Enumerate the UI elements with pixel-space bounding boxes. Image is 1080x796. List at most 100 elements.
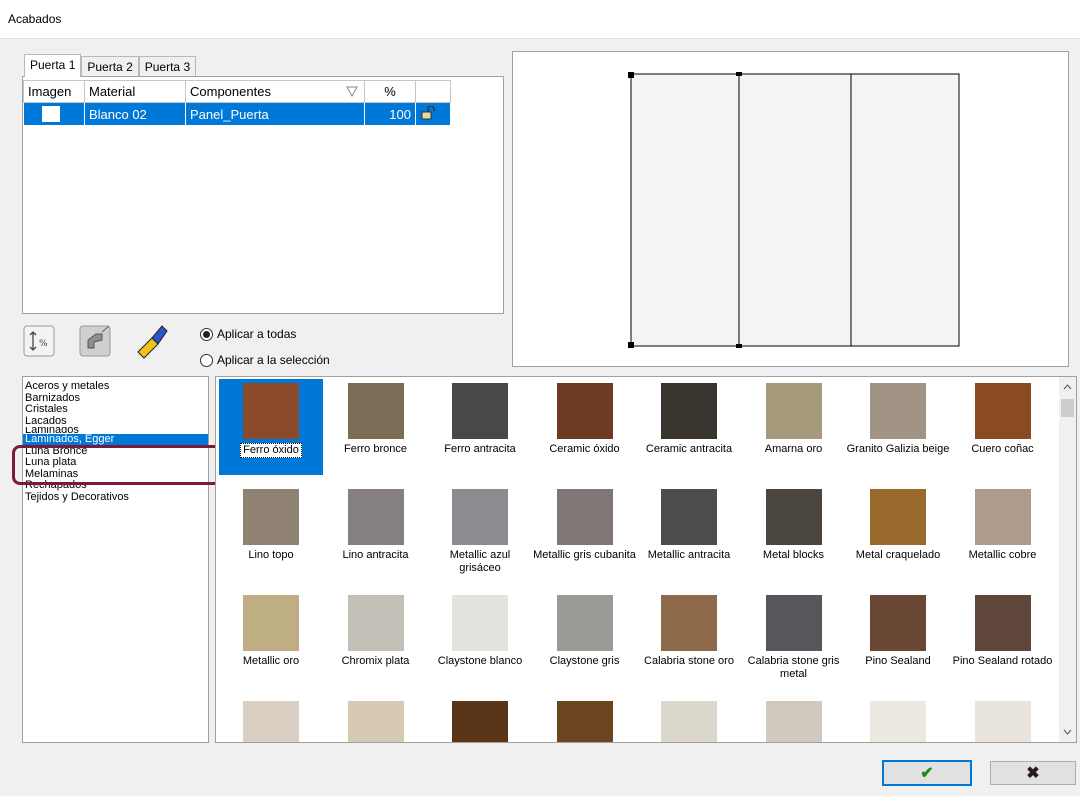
material-tile[interactable]: Ferro bronce — [324, 379, 428, 456]
cell-lock[interactable] — [415, 102, 451, 126]
material-swatch — [452, 383, 508, 439]
material-tile[interactable]: Claystone gris — [533, 591, 637, 668]
material-tile[interactable]: Pino Sealand rotado — [951, 591, 1055, 668]
paint-brush-icon — [137, 325, 168, 359]
material-tile[interactable]: Metallic gris cubanita — [533, 485, 637, 562]
highlight-annotation — [12, 445, 222, 485]
column-header-material[interactable]: Material — [84, 80, 186, 103]
filter-icon[interactable] — [346, 85, 358, 97]
material-tile[interactable] — [219, 697, 323, 742]
list-item[interactable]: Tejidos y Decorativos — [23, 491, 208, 504]
material-table: Imagen Material Componentes % Blanco 02 … — [23, 80, 451, 126]
material-label: Claystone blanco — [437, 655, 523, 667]
material-tile[interactable]: Calabria stone gris metal — [742, 591, 846, 681]
material-swatch — [870, 595, 926, 651]
components-header-label: Componentes — [190, 84, 271, 99]
paint-brush-button[interactable] — [132, 320, 168, 359]
material-tile[interactable] — [742, 697, 846, 742]
category-list[interactable]: Aceros y metales Barnizados Cristales La… — [22, 376, 209, 743]
material-tile[interactable]: Claystone blanco — [428, 591, 532, 668]
material-label: Metallic azul grisáceo — [449, 549, 511, 574]
material-swatch — [765, 595, 822, 651]
material-tile[interactable] — [637, 697, 741, 742]
material-swatch — [765, 489, 822, 545]
apply-all-option[interactable]: Aplicar a todas — [200, 325, 296, 343]
material-tile[interactable]: Pino Sealand — [846, 591, 950, 668]
material-tile[interactable]: Lino antracita — [324, 485, 428, 562]
material-tile[interactable]: Granito Galizia beige — [846, 379, 950, 456]
material-tile[interactable] — [846, 697, 950, 742]
material-swatch — [347, 489, 404, 545]
list-item[interactable]: Aceros y metales — [23, 380, 208, 393]
material-swatch — [347, 383, 404, 439]
material-swatch — [765, 701, 822, 742]
cancel-button[interactable]: ✖ — [990, 761, 1076, 785]
list-item-selected[interactable]: Laminados, Egger — [23, 433, 208, 446]
tab-puerta-3[interactable]: Puerta 3 — [138, 56, 197, 77]
material-swatch — [661, 383, 717, 439]
scroll-up-icon[interactable] — [1059, 379, 1076, 395]
material-tile[interactable]: Metallic azul grisáceo — [428, 485, 532, 575]
material-label: Claystone gris — [549, 655, 620, 667]
material-swatch — [661, 489, 717, 545]
material-tile[interactable]: Metallic cobre — [951, 485, 1055, 562]
material-tile[interactable]: Ferro antracita — [428, 379, 532, 456]
list-item[interactable]: Cristales — [23, 403, 208, 416]
material-swatch — [556, 595, 613, 651]
material-swatch — [661, 701, 717, 742]
material-tile[interactable]: Amarna oro — [742, 379, 846, 456]
material-grid: Imagen Material Componentes % Blanco 02 … — [22, 76, 504, 314]
tab-puerta-1[interactable]: Puerta 1 — [24, 54, 82, 77]
material-swatch — [765, 383, 822, 439]
material-label: Pino Sealand rotado — [952, 655, 1053, 667]
material-tile[interactable]: Metal craquelado — [846, 485, 950, 562]
list-item[interactable]: Lacados — [23, 415, 208, 428]
material-label: Ferro bronce — [344, 443, 407, 455]
material-swatch — [556, 383, 613, 439]
cell-percent[interactable]: 100 — [364, 102, 416, 126]
material-swatch — [974, 701, 1031, 742]
material-swatch — [452, 595, 508, 651]
apply-selection-label: Aplicar a la selección — [217, 353, 330, 367]
apply-selection-option[interactable]: Aplicar a la selección — [200, 351, 330, 369]
material-tile[interactable]: Lino topo — [219, 485, 323, 562]
percent-adjust-button[interactable]: % — [22, 322, 58, 358]
apply-selection-radio[interactable] — [200, 353, 213, 367]
material-tile[interactable]: Metallic oro — [219, 591, 323, 668]
cell-material[interactable]: Blanco 02 — [84, 102, 186, 126]
material-label: Chromix plata — [341, 655, 410, 667]
material-tile[interactable]: Metallic antracita — [637, 485, 741, 562]
material-label: Calabria stone oro — [644, 655, 734, 667]
table-row[interactable]: Blanco 02 Panel_Puerta 100 — [23, 102, 451, 126]
material-tile-selected[interactable]: Ferro óxido — [219, 379, 323, 475]
material-tile[interactable]: Chromix plata — [324, 591, 428, 668]
column-header-percent[interactable]: % — [364, 80, 416, 103]
material-gallery: Ferro óxido Ferro bronce Ferro antracita Ce… — [215, 376, 1077, 743]
material-label: Metallic cobre — [968, 549, 1037, 561]
material-label: Ferro óxido — [240, 443, 302, 458]
material-tile[interactable]: Cuero coñac — [951, 379, 1055, 456]
spray-gun-icon — [79, 325, 111, 357]
material-tile[interactable] — [951, 697, 1055, 742]
material-tile[interactable] — [533, 697, 637, 742]
vertical-scrollbar[interactable] — [1059, 377, 1076, 742]
scroll-down-icon[interactable] — [1059, 724, 1076, 740]
column-header-components[interactable]: Componentes — [185, 80, 365, 103]
scroll-thumb[interactable] — [1061, 399, 1074, 417]
spray-button[interactable] — [78, 322, 114, 358]
column-header-image[interactable]: Imagen — [23, 80, 85, 103]
apply-all-radio[interactable] — [200, 327, 213, 341]
ok-button[interactable]: ✔ — [882, 760, 972, 786]
material-tile[interactable]: Ceramic antracita — [637, 379, 741, 456]
material-tile[interactable] — [324, 697, 428, 742]
cell-component[interactable]: Panel_Puerta — [185, 102, 365, 126]
material-swatch — [556, 701, 613, 742]
material-label: Metallic gris cubanita — [533, 549, 636, 561]
material-tile[interactable] — [428, 697, 532, 742]
cell-image[interactable] — [23, 102, 85, 126]
tab-puerta-2[interactable]: Puerta 2 — [81, 56, 139, 77]
material-tile[interactable]: Metal blocks — [742, 485, 846, 562]
material-tile[interactable]: Ceramic óxido — [533, 379, 637, 456]
material-tile[interactable]: Calabria stone oro — [637, 591, 741, 668]
unlock-icon[interactable] — [420, 104, 436, 120]
